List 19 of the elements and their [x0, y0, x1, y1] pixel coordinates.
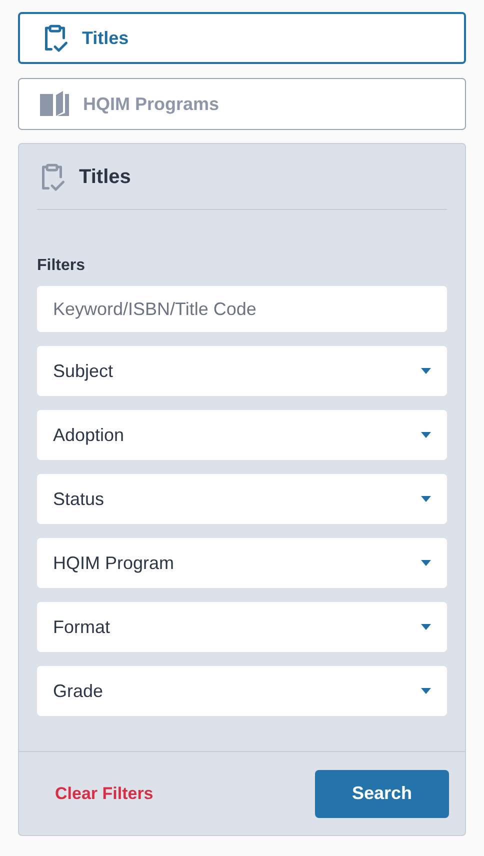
search-button[interactable]: Search — [315, 770, 449, 818]
nav-tab[interactable]: Titles — [18, 12, 466, 64]
caret-icon — [421, 496, 431, 502]
caret-icon — [421, 560, 431, 566]
dropdown-select[interactable]: Grade — [37, 666, 447, 716]
caret-icon — [421, 368, 431, 374]
filters-label: Filters — [37, 256, 86, 276]
caret-icon — [421, 432, 431, 438]
clear-filters-button[interactable]: Clear Filters — [55, 780, 154, 806]
dropdown-select[interactable]: Status — [37, 474, 447, 524]
panel-title: Titles — [79, 164, 131, 190]
dropdown-select[interactable]: Adoption — [37, 410, 447, 460]
dropdown-select[interactable]: Subject — [37, 346, 447, 396]
caret-icon — [421, 624, 431, 630]
caret-icon — [421, 688, 431, 694]
search-field[interactable]: Keyword/ISBN/Title Code — [37, 286, 447, 332]
book-icon — [39, 90, 71, 118]
dropdown-select[interactable]: HQIM Program — [37, 538, 447, 588]
dropdown-select[interactable]: Format — [37, 602, 447, 652]
